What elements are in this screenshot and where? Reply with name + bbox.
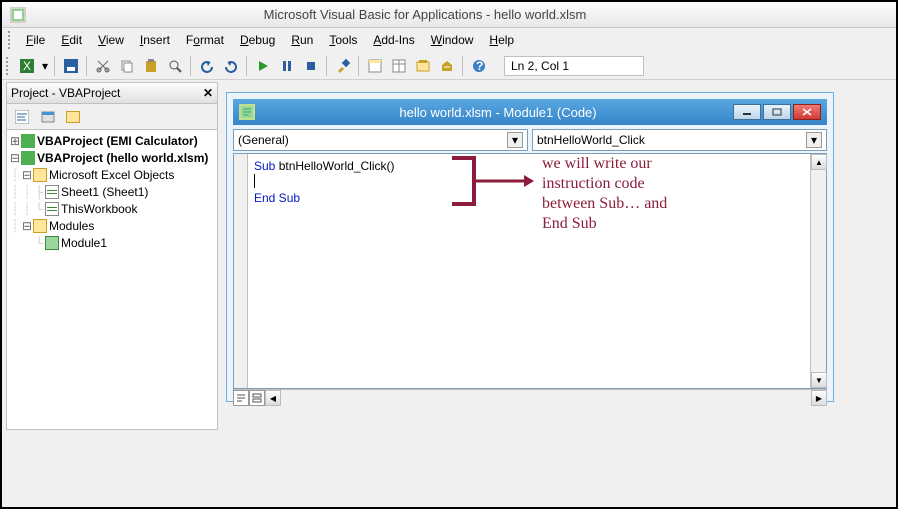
code-identifier: btnHelloWorld_Click() [275,159,394,173]
undo-button[interactable] [196,55,218,77]
chevron-down-icon: ▾ [806,132,822,148]
project-explorer-pane: Project - VBAProject ✕ ⊞ VBAProject (EMI… [6,82,218,432]
chevron-down-icon: ▾ [507,132,523,148]
keyword: Sub [254,159,275,173]
full-module-view-button[interactable] [249,390,265,406]
scroll-left-button[interactable]: ◀ [265,390,281,406]
toggle-folders-button[interactable] [63,106,85,128]
app-title: Microsoft Visual Basic for Applications … [34,7,816,22]
svg-text:?: ? [476,59,483,73]
code-margin [234,154,248,388]
tree-project-2[interactable]: ⊟ VBAProject (hello world.xlsm) [9,149,215,166]
reset-button[interactable] [300,55,322,77]
project-pane-close-button[interactable]: ✕ [203,86,213,100]
code-window-titlebar[interactable]: hello world.xlsm - Module1 (Code) [233,99,827,125]
project-explorer-button[interactable] [364,55,386,77]
menu-tools[interactable]: Tools [321,31,365,49]
properties-button[interactable] [388,55,410,77]
tree-label: Module1 [61,236,107,250]
break-button[interactable] [276,55,298,77]
view-excel-button[interactable]: X [16,55,38,77]
view-code-button[interactable] [11,106,33,128]
menu-view[interactable]: View [90,31,132,49]
procedure-dropdown-value: btnHelloWorld_Click [537,133,806,147]
main-toolbar: X ▾ ? Ln 2, Col 1 [2,52,896,80]
object-dropdown-value: (General) [238,133,507,147]
scroll-down-button[interactable]: ▼ [811,372,827,388]
run-button[interactable] [252,55,274,77]
keyword: End Sub [254,191,300,205]
toolbox-button[interactable] [436,55,458,77]
cut-button[interactable] [92,55,114,77]
menu-help[interactable]: Help [481,31,522,49]
scroll-right-button[interactable]: ▶ [811,390,827,406]
menu-insert[interactable]: Insert [132,31,178,49]
tree-folder-modules[interactable]: ┊⊟ Modules [9,217,215,234]
tree-label: ThisWorkbook [61,202,137,216]
find-button[interactable] [164,55,186,77]
procedure-dropdown[interactable]: btnHelloWorld_Click ▾ [532,129,827,151]
horizontal-scrollbar[interactable]: ◀ ▶ [233,389,827,405]
dropdown-split-icon[interactable]: ▾ [40,55,50,77]
view-object-button[interactable] [37,106,59,128]
copy-button[interactable] [116,55,138,77]
annotation-text: we will write our instruction code betwe… [542,154,722,234]
project-pane-title: Project - VBAProject [11,86,120,100]
scroll-up-button[interactable]: ▲ [811,154,827,170]
menu-run[interactable]: Run [283,31,321,49]
menu-addins[interactable]: Add-Ins [365,31,422,49]
project-tree[interactable]: ⊞ VBAProject (EMI Calculator) ⊟ VBAProje… [6,130,218,430]
svg-text:X: X [23,59,31,73]
help-button[interactable]: ? [468,55,490,77]
project-pane-titlebar: Project - VBAProject ✕ [6,82,218,104]
app-icon [10,7,26,23]
object-browser-button[interactable] [412,55,434,77]
design-mode-button[interactable] [332,55,354,77]
cursor-position-status: Ln 2, Col 1 [504,56,644,76]
tree-label: Microsoft Excel Objects [49,168,174,182]
menu-debug[interactable]: Debug [232,31,283,49]
app-titlebar: Microsoft Visual Basic for Applications … [2,2,896,28]
project-pane-toolbar [6,104,218,130]
tree-project-1[interactable]: ⊞ VBAProject (EMI Calculator) [9,132,215,149]
minimize-button[interactable] [733,104,761,120]
annotation-arrow [476,172,536,190]
close-button[interactable] [793,104,821,120]
object-dropdown[interactable]: (General) ▾ [233,129,528,151]
module-icon [239,104,255,120]
code-window: hello world.xlsm - Module1 (Code) (Gener… [226,92,834,402]
procedure-view-button[interactable] [233,390,249,406]
code-window-title: hello world.xlsm - Module1 (Code) [263,105,733,120]
save-button[interactable] [60,55,82,77]
text-cursor [254,174,255,188]
menu-edit[interactable]: Edit [53,31,90,49]
tree-label: VBAProject (EMI Calculator) [37,134,198,148]
tree-label: VBAProject (hello world.xlsm) [37,151,208,165]
paste-button[interactable] [140,55,162,77]
tree-module1[interactable]: └ Module1 [9,234,215,251]
main-menubar: File Edit View Insert Format Debug Run T… [2,28,896,52]
tree-folder-excel[interactable]: ┊⊟ Microsoft Excel Objects [9,166,215,183]
menu-file[interactable]: File [18,31,53,49]
vertical-scrollbar[interactable]: ▲ ▼ [810,154,826,388]
tree-thisworkbook[interactable]: ┊┊└ ThisWorkbook [9,200,215,217]
menu-window[interactable]: Window [423,31,482,49]
tree-label: Sheet1 (Sheet1) [61,185,148,199]
menu-format[interactable]: Format [178,31,232,49]
tree-sheet1[interactable]: ┊┊├ Sheet1 (Sheet1) [9,183,215,200]
annotation-bracket [452,156,476,206]
redo-button[interactable] [220,55,242,77]
maximize-button[interactable] [763,104,791,120]
tree-label: Modules [49,219,94,233]
